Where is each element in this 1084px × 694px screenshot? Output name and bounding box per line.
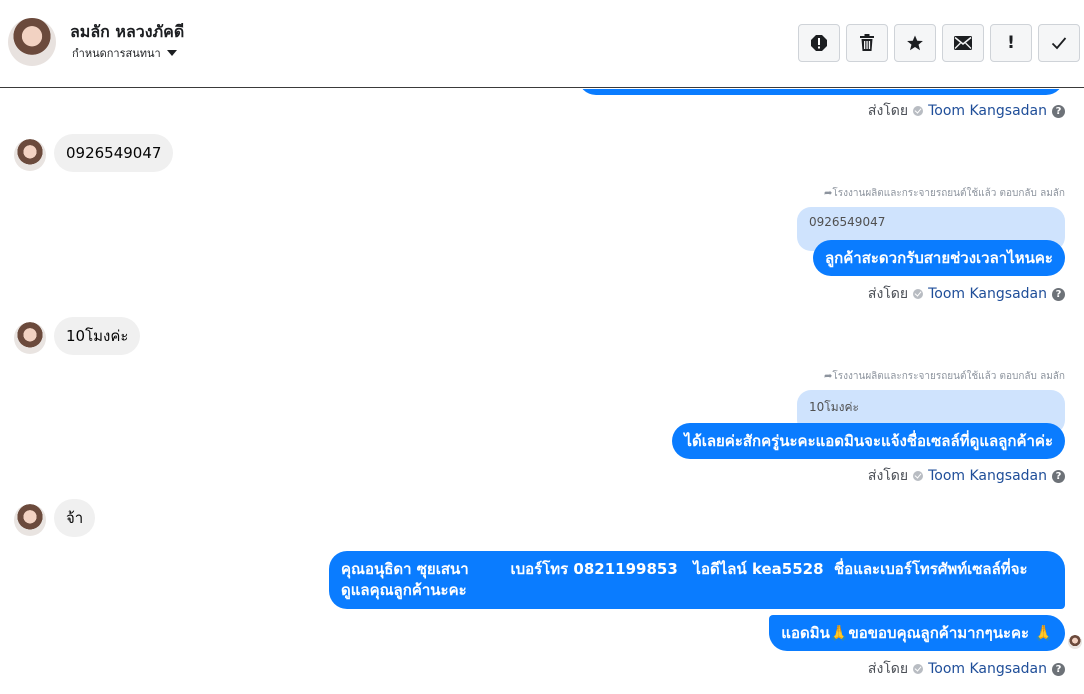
conversation-settings-label: กำหนดการสนทนา (72, 47, 161, 60)
reply-note-text: โรงงานผลิตและกระจายรถยนต์ใช้แล้ว ตอบกลับ… (832, 371, 1065, 382)
sent-by-line: ส่งโดย Toom Kangsadan ? (868, 283, 1065, 305)
help-icon[interactable]: ? (1052, 287, 1065, 301)
seen-avatar (1068, 635, 1082, 649)
sent-by-agent[interactable]: Toom Kangsadan (928, 661, 1047, 677)
sent-by-label: ส่งโดย (867, 468, 909, 484)
trash-icon (860, 34, 874, 51)
help-icon[interactable]: ? (1052, 469, 1065, 483)
sent-check-icon (913, 289, 924, 299)
incoming-message[interactable]: 0926549047 (54, 134, 174, 172)
sent-check-icon (913, 471, 924, 481)
outgoing-message[interactable]: คุณอนุธิดา ซุยเสนา เบอร์โทร 0821199853 ไ… (329, 551, 1065, 609)
sent-by-label: ส่งโดย (867, 661, 909, 677)
sent-by-agent[interactable]: Toom Kangsadan (928, 103, 1047, 119)
sender-avatar[interactable] (14, 322, 46, 354)
mail-icon (954, 36, 972, 50)
contact-name[interactable]: ลมลัก หลวงภัคดี (70, 20, 184, 45)
sent-by-label: ส่งโดย (867, 103, 909, 119)
help-icon[interactable]: ? (1052, 662, 1065, 676)
conversation-header: ลมลัก หลวงภัคดี กำหนดการสนทนา ! (0, 0, 1084, 88)
star-icon (907, 35, 923, 51)
help-icon[interactable]: ? (1052, 104, 1065, 118)
message-thread[interactable]: ส่งโดย Toom Kangsadan ? 0926549047 ➦โรงง… (0, 89, 1084, 694)
follow-up-button[interactable]: ! (990, 24, 1032, 62)
delete-button[interactable] (846, 24, 888, 62)
outgoing-message[interactable]: แอดมิน🙏ขอขอบคุณลูกค้ามากๆนะคะ 🙏 (769, 615, 1065, 651)
reply-note: ➦โรงงานผลิตและกระจายรถยนต์ใช้แล้ว ตอบกลั… (824, 186, 1065, 201)
reply-note-text: โรงงานผลิตและกระจายรถยนต์ใช้แล้ว ตอบกลับ… (832, 188, 1065, 199)
outgoing-message[interactable]: ลูกค้าสะดวกรับสายช่วงเวลาไหนคะ (812, 240, 1065, 276)
mark-unread-button[interactable] (942, 24, 984, 62)
sent-by-line: ส่งโดย Toom Kangsadan ? (868, 465, 1065, 487)
alert-icon (811, 35, 827, 51)
sender-avatar[interactable] (14, 139, 46, 171)
sender-avatar[interactable] (14, 504, 46, 536)
reply-note: ➦โรงงานผลิตและกระจายรถยนต์ใช้แล้ว ตอบกลั… (824, 369, 1065, 384)
incoming-message[interactable]: จ้า (54, 499, 96, 537)
star-button[interactable] (894, 24, 936, 62)
exclamation-icon: ! (1007, 33, 1015, 53)
caret-down-icon (166, 50, 177, 56)
conversation-settings-menu[interactable]: กำหนดการสนทนา (72, 44, 177, 62)
mark-spam-button[interactable] (798, 24, 840, 62)
sent-check-icon (913, 664, 924, 674)
incoming-message[interactable]: 10โมงค่ะ (54, 317, 141, 355)
sent-by-agent[interactable]: Toom Kangsadan (928, 468, 1047, 484)
sent-by-line: ส่งโดย Toom Kangsadan ? (868, 658, 1065, 680)
conversation-toolbar: ! (798, 24, 1080, 62)
contact-avatar[interactable] (8, 18, 56, 66)
sent-by-line: ส่งโดย Toom Kangsadan ? (868, 100, 1065, 122)
mark-done-button[interactable] (1038, 24, 1080, 62)
check-icon (1051, 37, 1067, 50)
previous-outgoing-bubble (578, 89, 1064, 95)
sent-by-agent[interactable]: Toom Kangsadan (928, 286, 1047, 302)
outgoing-message[interactable]: ได้เลยค่ะสักครู่นะคะแอดมินจะแจ้งชื่อเซลล… (672, 423, 1065, 459)
sent-by-label: ส่งโดย (867, 286, 909, 302)
sent-check-icon (913, 106, 924, 116)
